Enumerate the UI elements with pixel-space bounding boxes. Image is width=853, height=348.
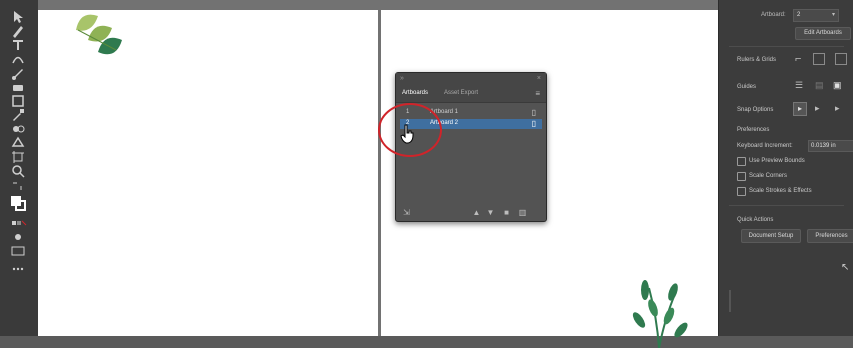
arrow-cursor-icon: ↖ [841,262,850,273]
plant-artwork [632,280,688,348]
canvas[interactable] [38,0,718,348]
artboard-label: Artboard: [761,12,786,18]
more-tools-icon[interactable] [9,260,27,278]
panel-collapse-icon[interactable]: » [400,75,404,82]
panel-menu-icon[interactable]: ≡ [535,89,540,98]
artboard-options-icon[interactable]: ▯ [532,119,536,128]
divider [729,205,844,206]
rulers-grids-label: Rulers & Grids [737,57,777,63]
lock-guides-icon[interactable]: ▤ [815,80,824,91]
snap-to-pixel-icon[interactable]: ▸ [815,103,820,114]
tools-panel [0,0,39,336]
panel-footer: ⇲ ▲ ▼ ■ ▥ [396,208,546,220]
scale-corners-checkbox[interactable] [737,172,746,181]
panel-title-bar[interactable]: » × [396,73,546,87]
scale-strokes-label: Scale Strokes & Effects [749,188,812,194]
panel-tabs: Artboards Asset Export ≡ [396,87,546,103]
panel-close-icon[interactable]: × [537,75,541,82]
edit-artboards-button[interactable]: Edit Artboards [795,27,851,40]
artboard-options-icon[interactable]: ▯ [532,108,536,117]
transparency-grid-icon[interactable] [835,53,847,65]
preferences-heading: Preferences [737,127,770,133]
keyboard-increment-field[interactable]: 0.0139 in [808,140,853,152]
screen-mode-icon[interactable] [9,242,27,260]
rearrange-artboards-icon[interactable]: ⇲ [402,208,411,217]
ruler-icon[interactable]: ⌐ [795,53,801,65]
delete-artboard-icon[interactable]: ▥ [518,208,527,217]
tab-asset-export[interactable]: Asset Export [444,90,478,96]
scale-corners-label: Scale Corners [749,173,788,179]
artboard-select[interactable]: 2 ▾ [793,9,839,22]
quick-actions-heading: Quick Actions [737,217,774,223]
show-guides-icon[interactable]: ☰ [795,80,803,91]
fill-stroke-swatch-icon[interactable] [9,194,27,212]
snap-to-point-icon[interactable]: ▸ [793,102,807,116]
leaf-artwork [76,14,122,55]
new-artboard-icon[interactable]: ■ [502,208,511,217]
divider [729,46,844,47]
snap-to-glyph-icon[interactable]: ▸ [835,103,840,114]
use-preview-bounds-label: Use Preview Bounds [749,158,805,164]
move-up-icon[interactable]: ▲ [472,208,481,217]
guides-label: Guides [737,84,757,90]
keyboard-increment-label: Keyboard Increment: [737,143,793,149]
properties-panel: Artboard: 2 ▾ Edit Artboards Rulers & Gr… [718,0,853,336]
artboard-1[interactable] [38,10,378,336]
hand-cursor-icon [400,124,414,144]
chevron-down-icon: ▾ [831,12,835,18]
move-down-icon[interactable]: ▼ [486,208,495,217]
snap-options-label: Snap Options [737,107,774,113]
scale-strokes-checkbox[interactable] [737,187,746,196]
preferences-button[interactable]: Preferences [807,229,853,243]
grid-icon[interactable] [813,53,825,65]
tab-artboards[interactable]: Artboards [402,90,428,96]
use-preview-bounds-checkbox[interactable] [737,157,746,166]
document-setup-button[interactable]: Document Setup [741,229,801,243]
smart-guides-icon[interactable]: ▣ [833,80,842,91]
scrollbar[interactable] [729,290,731,312]
